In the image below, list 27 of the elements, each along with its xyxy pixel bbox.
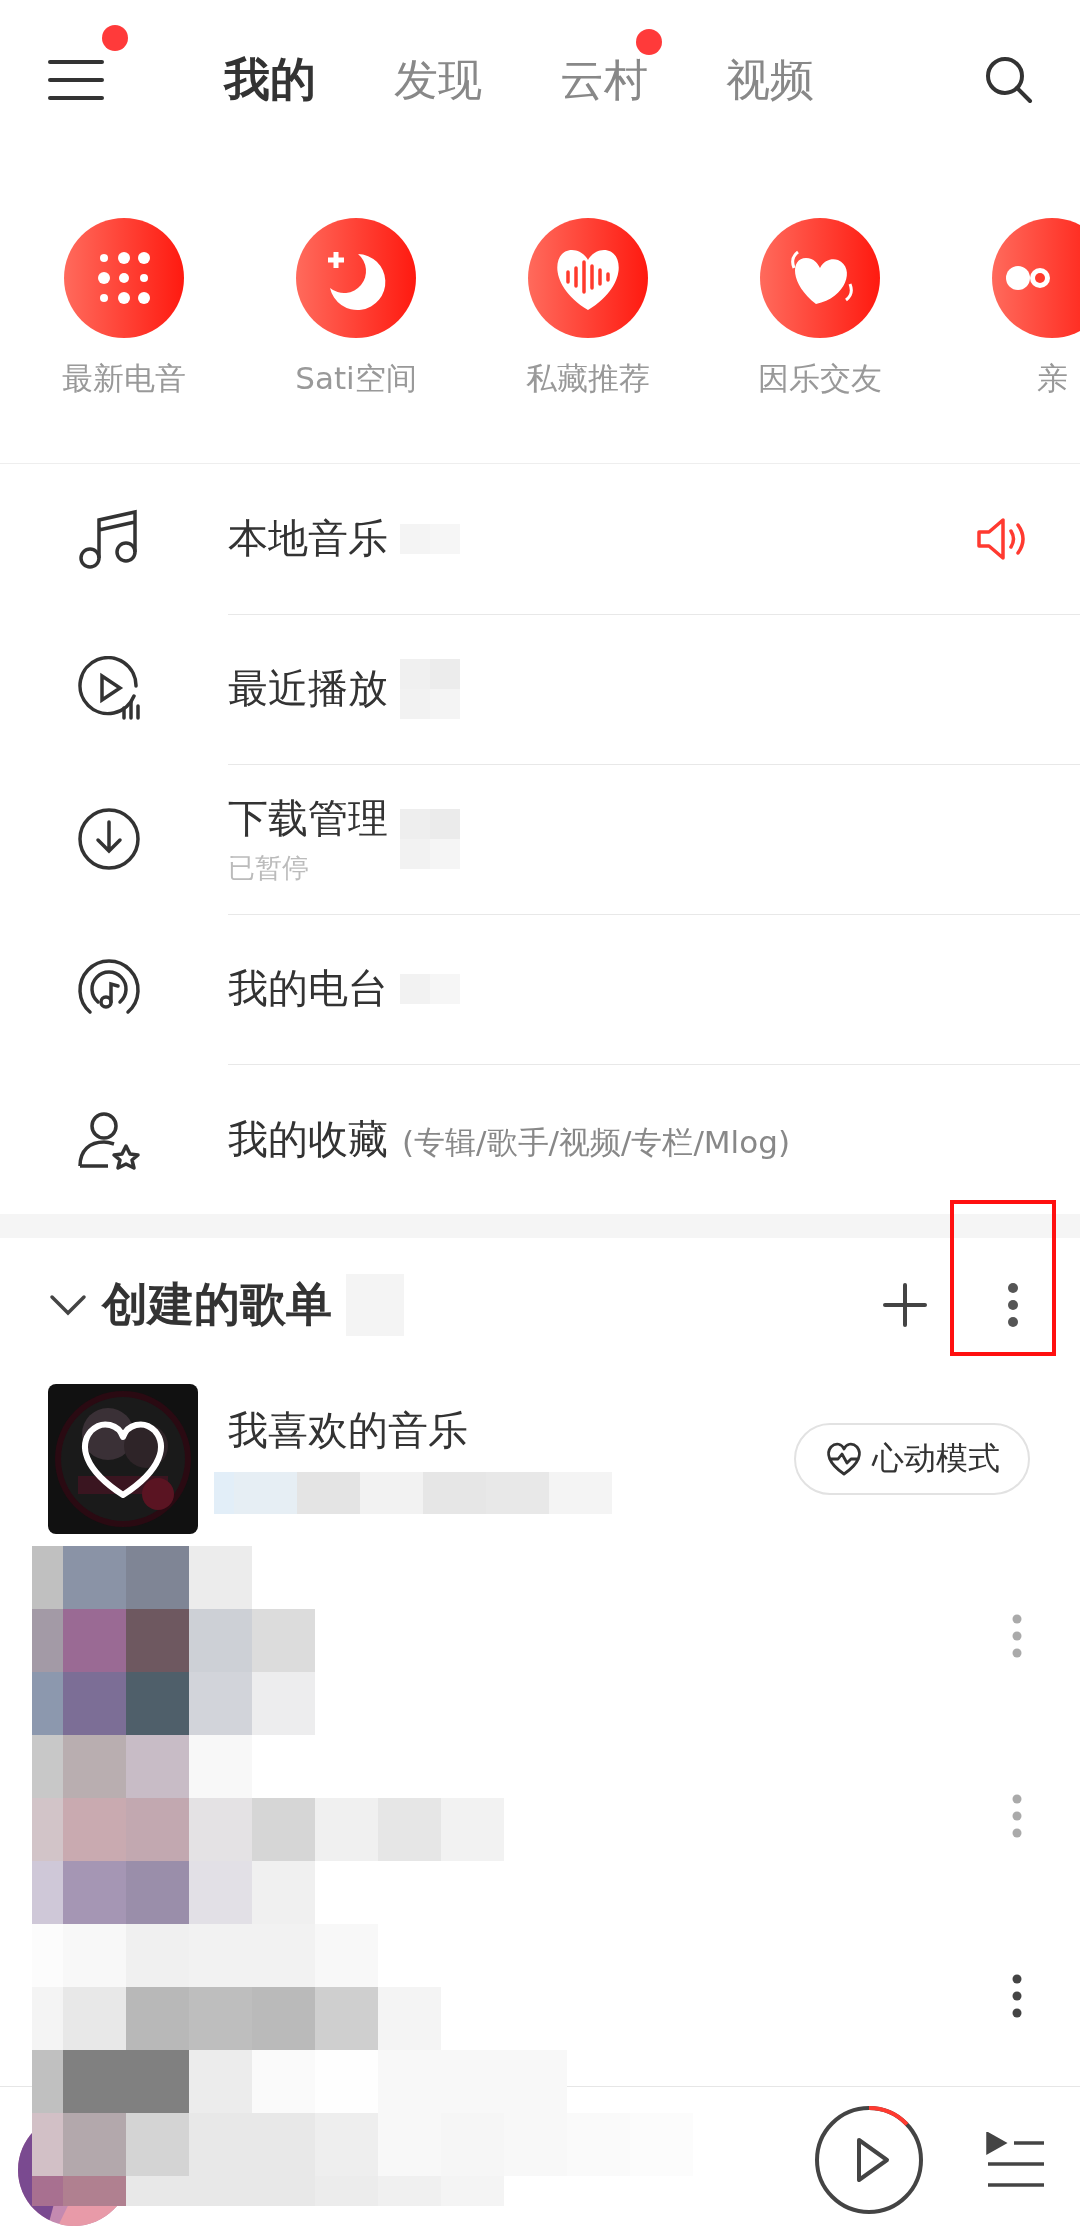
library-item[interactable]: 下载管理	[228, 791, 388, 846]
library-item[interactable]: 我的电台	[228, 961, 388, 1016]
more-icon[interactable]	[1006, 1281, 1020, 1328]
add-icon[interactable]	[882, 1281, 928, 1328]
face-icon[interactable]	[992, 218, 1080, 338]
dots-icon[interactable]	[64, 218, 184, 338]
playlist-icon[interactable]	[986, 2132, 1046, 2188]
item-status: 已暂停	[228, 851, 310, 885]
library-item[interactable]: 我的收藏	[228, 1111, 388, 1167]
search-icon[interactable]	[984, 55, 1034, 105]
menu-icon[interactable]	[48, 59, 104, 101]
item-note: (专辑/歌手/视频/专栏/Mlog)	[402, 1122, 790, 1162]
download-icon	[76, 806, 142, 872]
section-title: 创建的歌单	[102, 1275, 332, 1333]
moon-icon[interactable]	[296, 218, 416, 338]
play-button[interactable]	[812, 2103, 926, 2217]
play-circle-icon	[76, 656, 142, 722]
heartbeat-mode-button[interactable]: 心动模式	[794, 1422, 1030, 1495]
library-item[interactable]: 本地音乐	[228, 511, 388, 566]
tab[interactable]: 发现	[394, 50, 482, 110]
library-item[interactable]: 最近播放	[228, 661, 388, 716]
more-icon[interactable]	[1011, 1974, 1023, 2018]
tab[interactable]: 云村	[560, 50, 648, 110]
tab[interactable]: 我的	[224, 49, 316, 111]
playlist-title[interactable]: 我喜欢的音乐	[228, 1403, 764, 1458]
heart-pulse-icon	[824, 1440, 864, 1477]
tab[interactable]: 视频	[726, 50, 814, 110]
